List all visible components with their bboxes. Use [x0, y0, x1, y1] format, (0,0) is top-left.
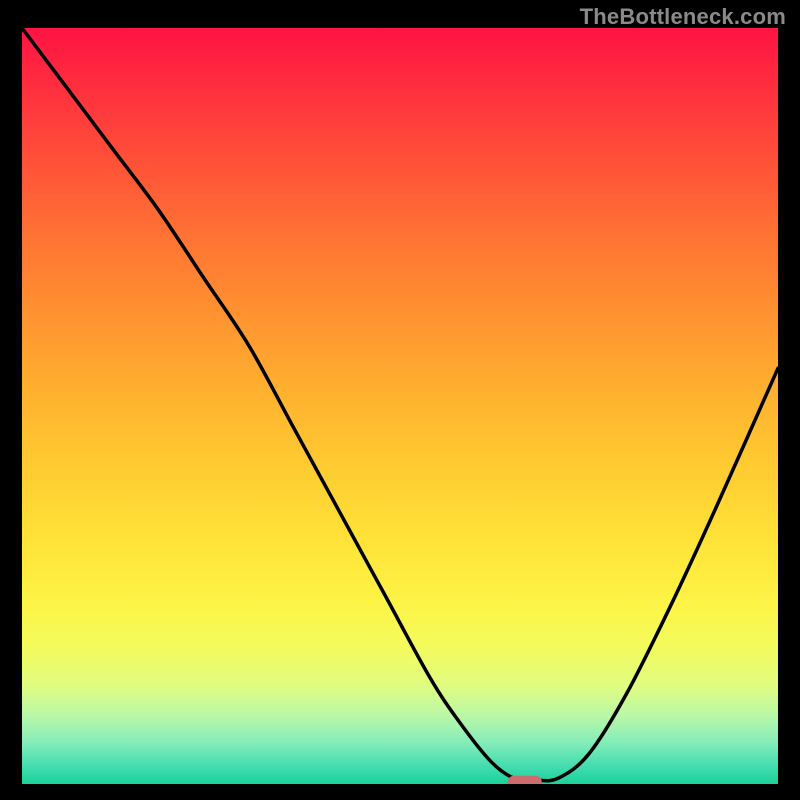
chart-frame: TheBottleneck.com: [0, 0, 800, 800]
bottleneck-curve: [22, 28, 778, 781]
optimal-point-marker: [508, 776, 542, 784]
curve-layer: [22, 28, 778, 784]
watermark-text: TheBottleneck.com: [580, 4, 786, 30]
plot-area: [22, 28, 778, 784]
